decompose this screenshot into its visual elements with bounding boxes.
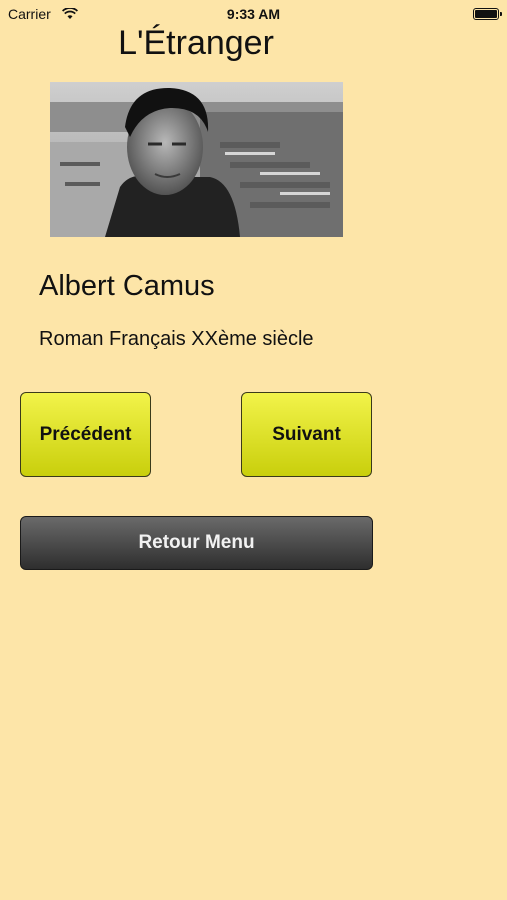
page-title: L'Étranger bbox=[118, 24, 274, 62]
previous-button[interactable]: Précédent bbox=[20, 392, 151, 477]
author-photo bbox=[50, 82, 343, 237]
book-genre: Roman Français XXème siècle bbox=[39, 328, 314, 350]
battery-icon bbox=[473, 8, 502, 20]
next-button[interactable]: Suivant bbox=[241, 392, 372, 477]
clock: 9:33 AM bbox=[226, 6, 281, 22]
back-menu-button[interactable]: Retour Menu bbox=[20, 516, 373, 570]
author-name: Albert Camus bbox=[39, 270, 215, 302]
